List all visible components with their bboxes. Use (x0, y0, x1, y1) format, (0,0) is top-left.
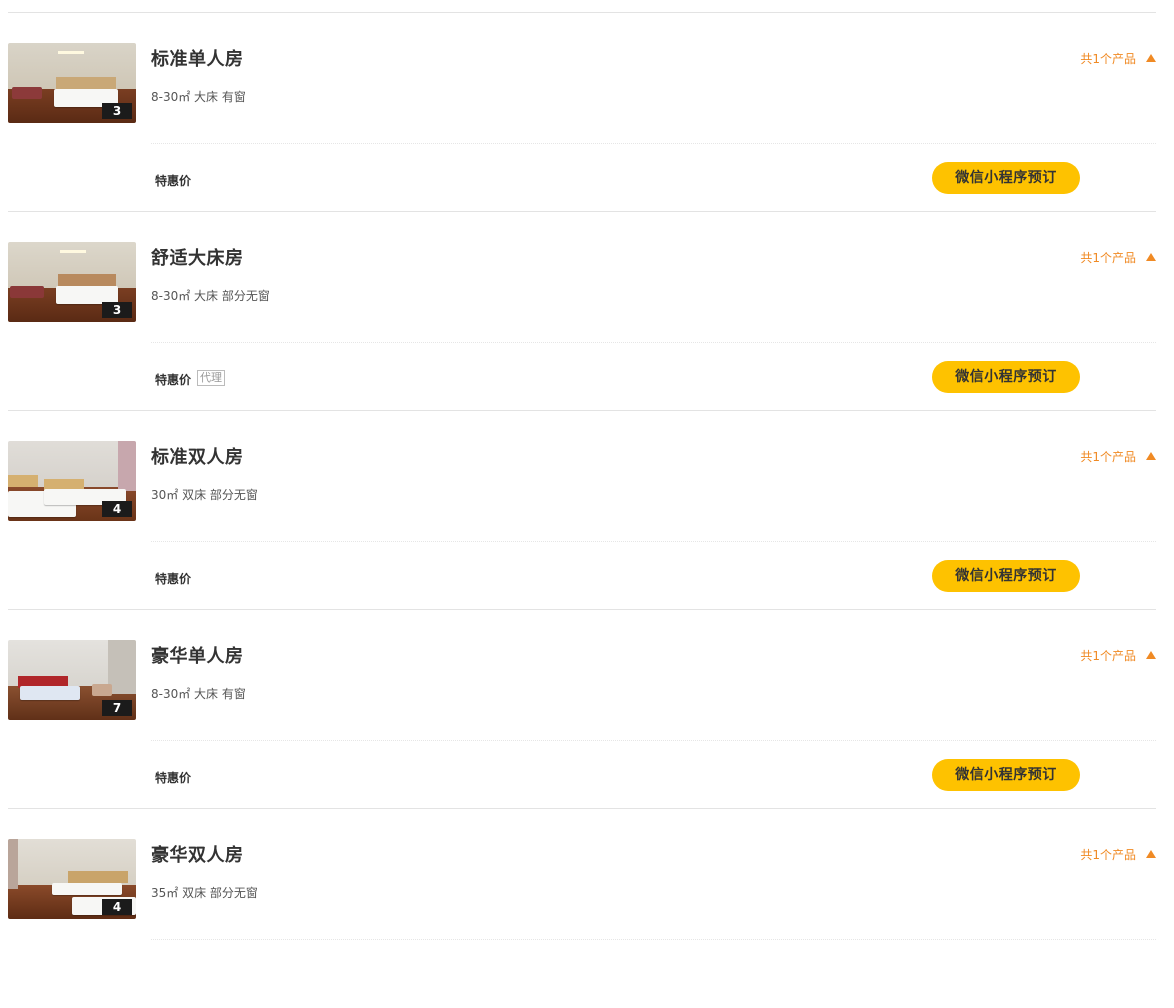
triangle-up-icon[interactable] (1146, 651, 1156, 659)
room-photo[interactable]: 3 (8, 242, 136, 322)
wechat-book-button[interactable]: 微信小程序预订 (932, 162, 1080, 194)
photo-count-badge: 3 (102, 302, 132, 318)
dotted-divider (151, 342, 1156, 343)
wechat-book-button[interactable]: 微信小程序预订 (932, 759, 1080, 791)
product-count-toggle[interactable]: 共1个产品 (1080, 448, 1136, 465)
dotted-divider (151, 939, 1156, 940)
room-photo[interactable]: 7 (8, 640, 136, 720)
room-card: 4 豪华双人房 35㎡ 双床 部分无窗 共1个产品 (8, 809, 1156, 1008)
room-name[interactable]: 豪华双人房 (151, 841, 244, 867)
room-description: 8-30㎡ 大床 有窗 (151, 687, 246, 701)
room-name[interactable]: 舒适大床房 (151, 244, 244, 270)
room-card: 4 标准双人房 30㎡ 双床 部分无窗 共1个产品 特惠价 微信小程序预订 (8, 411, 1156, 610)
price-type-label: 特惠价 (155, 572, 192, 586)
product-count-toggle[interactable]: 共1个产品 (1080, 249, 1136, 266)
photo-count-badge: 7 (102, 700, 132, 716)
room-card: 7 豪华单人房 8-30㎡ 大床 有窗 共1个产品 特惠价 微信小程序预订 (8, 610, 1156, 809)
triangle-up-icon[interactable] (1146, 54, 1156, 62)
room-name[interactable]: 豪华单人房 (151, 642, 244, 668)
room-photo[interactable]: 4 (8, 839, 136, 919)
triangle-up-icon[interactable] (1146, 850, 1156, 858)
photo-count-badge: 4 (102, 899, 132, 915)
dotted-divider (151, 740, 1156, 741)
wechat-book-button[interactable]: 微信小程序预订 (932, 560, 1080, 592)
room-description: 30㎡ 双床 部分无窗 (151, 488, 258, 502)
product-count-toggle[interactable]: 共1个产品 (1080, 647, 1136, 664)
triangle-up-icon[interactable] (1146, 452, 1156, 460)
photo-count-badge: 3 (102, 103, 132, 119)
price-type-label: 特惠价 (155, 174, 192, 188)
wechat-book-button[interactable]: 微信小程序预订 (932, 361, 1080, 393)
price-type-label: 特惠价 (155, 373, 192, 387)
agent-tag: 代理 (197, 370, 225, 386)
dotted-divider (151, 143, 1156, 144)
room-description: 8-30㎡ 大床 有窗 (151, 90, 246, 104)
room-description: 35㎡ 双床 部分无窗 (151, 886, 258, 900)
room-card: 3 标准单人房 8-30㎡ 大床 有窗 共1个产品 特惠价 微信小程序预订 (8, 13, 1156, 212)
room-name[interactable]: 标准单人房 (151, 45, 244, 71)
room-card: 3 舒适大床房 8-30㎡ 大床 部分无窗 共1个产品 特惠价 代理 微信小程序… (8, 212, 1156, 411)
room-name[interactable]: 标准双人房 (151, 443, 244, 469)
price-type-label: 特惠价 (155, 771, 192, 785)
dotted-divider (151, 541, 1156, 542)
room-photo[interactable]: 3 (8, 43, 136, 123)
room-photo[interactable]: 4 (8, 441, 136, 521)
product-count-toggle[interactable]: 共1个产品 (1080, 846, 1136, 863)
room-description: 8-30㎡ 大床 部分无窗 (151, 289, 270, 303)
triangle-up-icon[interactable] (1146, 253, 1156, 261)
photo-count-badge: 4 (102, 501, 132, 517)
product-count-toggle[interactable]: 共1个产品 (1080, 50, 1136, 67)
